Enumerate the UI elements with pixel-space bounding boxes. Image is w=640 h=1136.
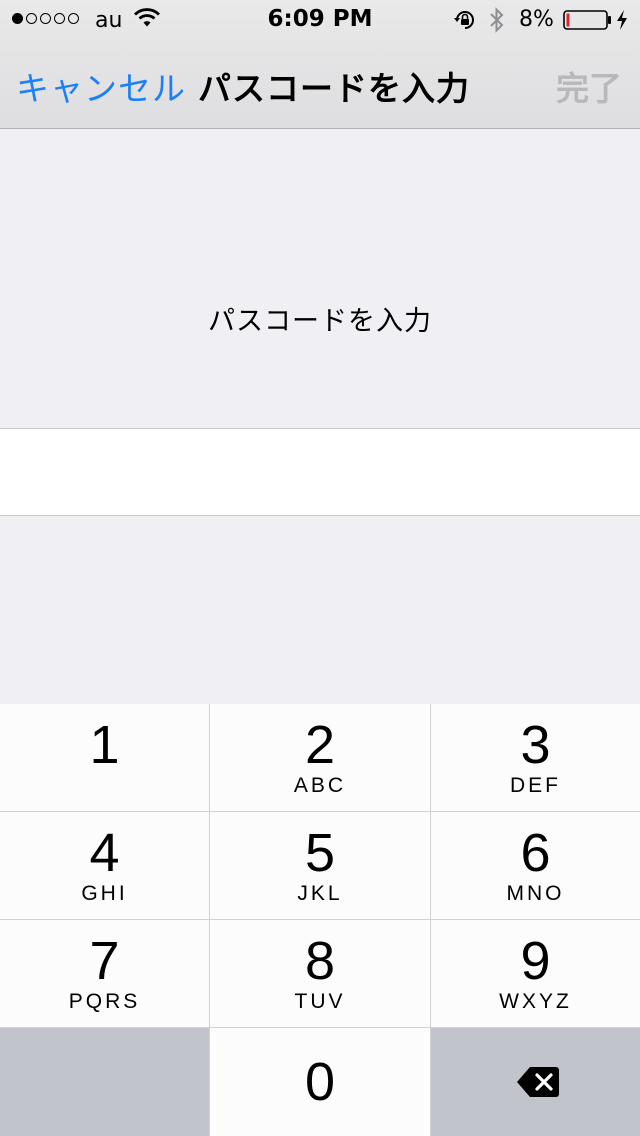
backspace-icon xyxy=(516,1066,560,1102)
bluetooth-icon xyxy=(488,6,506,40)
key-digit: 2 xyxy=(304,715,336,775)
prompt-area: パスコードを入力 xyxy=(0,129,640,428)
key-letters: GHI xyxy=(81,882,128,905)
cancel-button[interactable]: キャンセル xyxy=(16,62,186,110)
key-1[interactable]: 1 xyxy=(0,704,209,811)
key-3[interactable]: 3 DEF xyxy=(431,704,640,811)
delete-button[interactable] xyxy=(431,1028,640,1136)
charging-bolt-icon xyxy=(616,9,628,37)
numeric-keypad: 1 2 ABC 3 DEF 4 GHI 5 JKL 6 MNO 7 PQRS 8… xyxy=(0,704,640,1136)
key-letters: ABC xyxy=(293,774,347,797)
top-bar: au 6:09 PM 8% キャンセル パスコードを入力 完了 xyxy=(0,0,640,129)
key-letters: TUV xyxy=(294,990,346,1013)
key-9[interactable]: 9 WXYZ xyxy=(431,920,640,1027)
done-button[interactable]: 完了 xyxy=(556,62,622,110)
key-letters: JKL xyxy=(297,882,343,905)
navigation-bar: キャンセル パスコードを入力 完了 xyxy=(0,40,640,128)
key-2[interactable]: 2 ABC xyxy=(210,704,430,811)
blank-key xyxy=(0,1028,209,1136)
key-letters: WXYZ xyxy=(499,990,572,1013)
key-letters: MNO xyxy=(506,882,565,905)
key-5[interactable]: 5 JKL xyxy=(210,812,430,919)
key-letters: PQRS xyxy=(68,990,141,1013)
key-4[interactable]: 4 GHI xyxy=(0,812,209,919)
key-7[interactable]: 7 PQRS xyxy=(0,920,209,1027)
key-digit: 1 xyxy=(89,715,120,775)
key-digit: 6 xyxy=(520,823,551,883)
battery-percentage: 8% xyxy=(519,7,554,32)
key-letters: DEF xyxy=(510,774,561,797)
key-digit: 0 xyxy=(304,1052,336,1112)
key-digit: 8 xyxy=(304,931,336,991)
battery-fill xyxy=(566,13,570,27)
key-digit: 9 xyxy=(520,931,551,991)
key-digit: 4 xyxy=(89,823,120,883)
passcode-input[interactable] xyxy=(0,428,640,516)
passcode-prompt: パスコードを入力 xyxy=(208,306,432,337)
key-0[interactable]: 0 xyxy=(210,1028,430,1136)
key-6[interactable]: 6 MNO xyxy=(431,812,640,919)
nav-title: パスコードを入力 xyxy=(198,69,470,108)
battery-icon xyxy=(563,10,613,36)
rotation-lock-icon xyxy=(453,8,477,38)
status-bar: au 6:09 PM 8% xyxy=(0,0,640,40)
key-digit: 5 xyxy=(304,823,336,883)
key-digit: 7 xyxy=(89,931,120,991)
key-digit: 3 xyxy=(520,715,551,775)
key-8[interactable]: 8 TUV xyxy=(210,920,430,1027)
